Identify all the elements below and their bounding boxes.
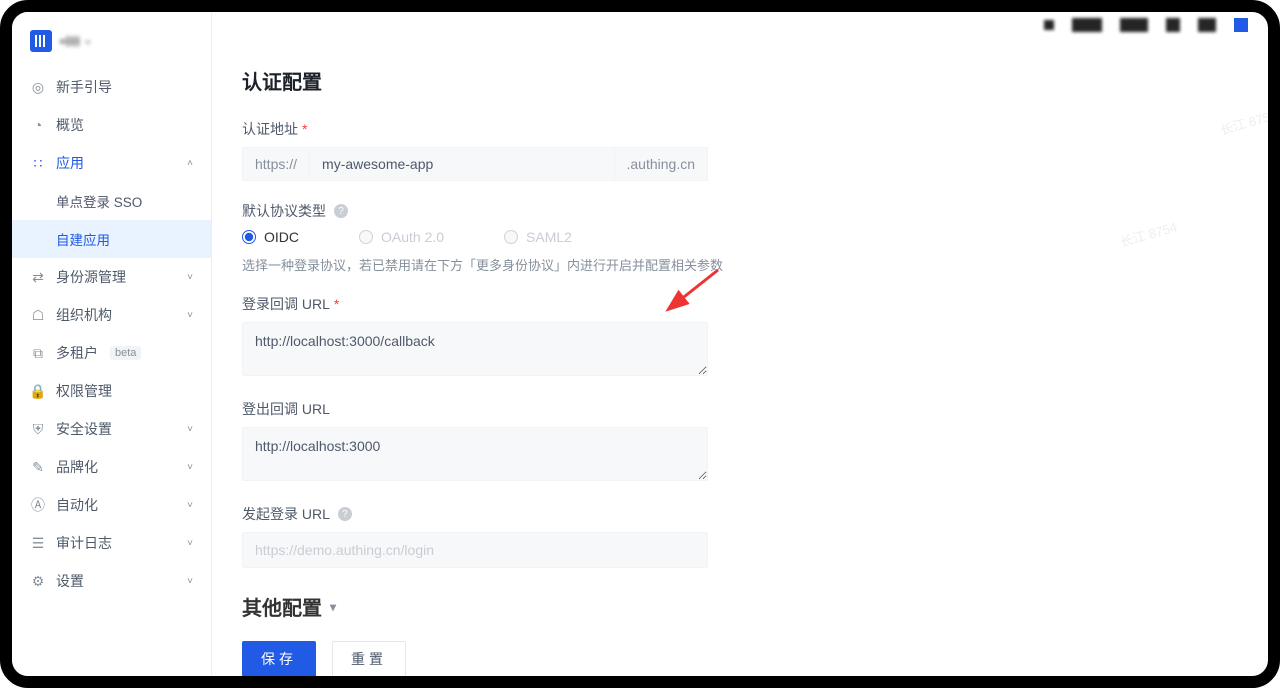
label-auth-url: 认证地址 [242, 119, 298, 139]
radio-label: OAuth 2.0 [381, 229, 444, 245]
field-auth-url: 认证地址 * https:// .authing.cn [242, 119, 962, 181]
watermark: 长江 8754 [1118, 216, 1180, 250]
auto-icon: Ⓐ [30, 497, 46, 513]
chevron-down-icon: ˅ [187, 310, 193, 321]
link-icon: ⇄ [30, 269, 46, 285]
auth-url-subdomain-input[interactable] [310, 147, 613, 181]
required-mark: * [302, 121, 307, 137]
label-logout-callback: 登出回调 URL [242, 399, 330, 419]
sidebar-item-tenant[interactable]: ⧉ 多租户 beta [12, 334, 211, 372]
sidebar-item-label: 应用 [56, 153, 84, 173]
login-callback-input[interactable] [242, 322, 708, 376]
sidebar-item-audit[interactable]: ☰ 审计日志 ˅ [12, 524, 211, 562]
brush-icon: ✎ [30, 459, 46, 475]
chevron-down-icon: ˅ [187, 462, 193, 473]
sidebar-item-label: 单点登录 SSO [56, 191, 142, 211]
logo-icon [30, 30, 52, 52]
sidebar-item-label: 身份源管理 [56, 267, 126, 287]
sidebar-item-settings[interactable]: ⚙ 设置 ˅ [12, 562, 211, 600]
radio-input-oidc[interactable] [242, 230, 256, 244]
apps-icon: ∷ [30, 155, 46, 171]
chevron-down-icon: ˅ [187, 576, 193, 587]
sidebar-item-automation[interactable]: Ⓐ 自动化 ˅ [12, 486, 211, 524]
sidebar-item-label: 组织机构 [56, 305, 112, 325]
reset-button[interactable]: 重置 [332, 641, 406, 676]
chevron-down-icon: ˅ [187, 538, 193, 549]
sidebar-item-identity[interactable]: ⇄ 身份源管理 ˅ [12, 258, 211, 296]
sidebar-item-label: 设置 [56, 571, 84, 591]
chevron-up-icon: ˄ [187, 158, 193, 169]
sidebar-item-label: 安全设置 [56, 419, 112, 439]
help-icon[interactable]: ? [334, 204, 348, 218]
chevron-down-icon: ˅ [187, 272, 193, 283]
sidebar-item-label: 自建应用 [56, 229, 110, 249]
sidebar-subitem-sso[interactable]: 单点登录 SSO [12, 182, 211, 220]
radio-oidc[interactable]: OIDC [242, 229, 299, 245]
sidebar-item-branding[interactable]: ✎ 品牌化 ˅ [12, 448, 211, 486]
chevron-down-icon: ˅ [187, 424, 193, 435]
lock-icon: 🔒 [30, 383, 46, 399]
save-button[interactable]: 保存 [242, 641, 316, 676]
section-title-other[interactable]: 其他配置 ▾ [242, 592, 962, 621]
sidebar: •III - ◎ 新手引导 ◔ 概览 ∷ 应用 ˄ [12, 12, 212, 676]
chevron-down-icon: ˅ [187, 500, 193, 511]
field-logout-callback: 登出回调 URL [242, 399, 962, 484]
radio-label: OIDC [264, 229, 299, 245]
tenant-icon: ⧉ [30, 345, 46, 361]
main-content: 长江 8754 长江 8754 认证配置 认证地址 * https:// .au… [212, 12, 1268, 676]
auth-url-prefix: https:// [242, 147, 310, 181]
sidebar-item-label: 品牌化 [56, 457, 98, 477]
sidebar-item-label: 自动化 [56, 495, 98, 515]
auth-url-suffix: .authing.cn [614, 147, 709, 181]
init-login-input[interactable] [242, 532, 708, 568]
label-login-callback: 登录回调 URL [242, 294, 330, 314]
brand: •III - [12, 20, 211, 68]
org-icon: ☖ [30, 307, 46, 323]
sidebar-item-security[interactable]: ⛨ 安全设置 ˅ [12, 410, 211, 448]
other-section-label: 其他配置 [242, 592, 322, 621]
watermark: 长江 8754 [1218, 104, 1268, 138]
shield-icon: ⛨ [30, 421, 46, 437]
field-init-login: 发起登录 URL ? [242, 504, 962, 568]
compass-icon: ◎ [30, 79, 46, 95]
sidebar-item-overview[interactable]: ◔ 概览 [12, 106, 211, 144]
sidebar-item-org[interactable]: ☖ 组织机构 ˅ [12, 296, 211, 334]
radio-input-oauth[interactable] [359, 230, 373, 244]
sidebar-item-label: 权限管理 [56, 381, 112, 401]
sidebar-item-label: 审计日志 [56, 533, 112, 553]
pie-icon: ◔ [30, 117, 46, 133]
chevron-down-icon: ▾ [330, 600, 336, 614]
gear-icon: ⚙ [30, 573, 46, 589]
label-init-login: 发起登录 URL [242, 504, 330, 524]
logout-callback-input[interactable] [242, 427, 708, 481]
radio-saml[interactable]: SAML2 [504, 229, 572, 245]
sidebar-subitem-custom-app[interactable]: 自建应用 [12, 220, 211, 258]
radio-oauth[interactable]: OAuth 2.0 [359, 229, 444, 245]
sidebar-item-label: 概览 [56, 115, 84, 135]
sidebar-item-label: 新手引导 [56, 77, 112, 97]
protocol-hint: 选择一种登录协议，若已禁用请在下方「更多身份协议」内进行开启并配置相关参数 [242, 255, 962, 274]
label-protocol: 默认协议类型 [242, 201, 326, 221]
log-icon: ☰ [30, 535, 46, 551]
field-protocol: 默认协议类型 ? OIDC OAuth 2.0 [242, 201, 962, 274]
sidebar-item-label: 多租户 [56, 343, 98, 363]
brand-text: •III - [60, 33, 91, 49]
field-login-callback: 登录回调 URL * [242, 294, 962, 379]
radio-label: SAML2 [526, 229, 572, 245]
help-icon[interactable]: ? [338, 507, 352, 521]
radio-input-saml[interactable] [504, 230, 518, 244]
sidebar-item-guide[interactable]: ◎ 新手引导 [12, 68, 211, 106]
sidebar-item-apps[interactable]: ∷ 应用 ˄ [12, 144, 211, 182]
sidebar-item-permission[interactable]: 🔒 权限管理 [12, 372, 211, 410]
required-mark: * [334, 296, 339, 312]
section-title-auth: 认证配置 [242, 66, 962, 95]
beta-badge: beta [110, 346, 141, 360]
